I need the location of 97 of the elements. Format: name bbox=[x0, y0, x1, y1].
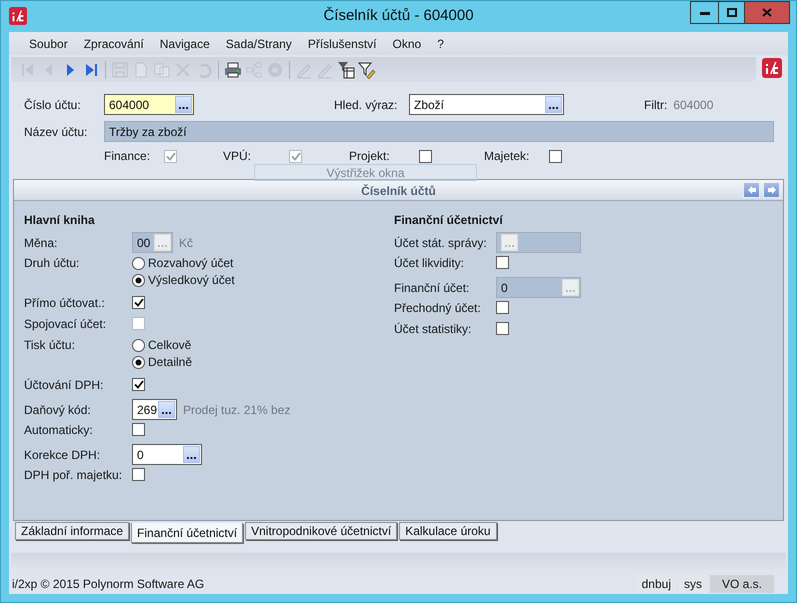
section-title: Hlavní kniha bbox=[24, 213, 96, 227]
field-label: Korekce DPH: bbox=[24, 447, 102, 462]
account-name-field[interactable]: Tržby za zboží bbox=[104, 121, 774, 142]
maximize-icon bbox=[726, 8, 736, 17]
window-title: Číselník účtů - 604000 bbox=[323, 6, 474, 24]
radio-button[interactable] bbox=[132, 274, 145, 286]
flag-label: Majetek: bbox=[484, 149, 530, 163]
toolbar-button[interactable] bbox=[358, 60, 376, 78]
field-label: Automaticky: bbox=[24, 423, 94, 437]
field-label: Spojovací účet: bbox=[24, 317, 108, 331]
brand-logo-icon bbox=[762, 58, 782, 78]
field-label: Druh účtu: bbox=[24, 256, 80, 270]
printer-icon bbox=[224, 60, 242, 78]
account-number-field[interactable]: 604000 bbox=[104, 94, 194, 115]
section-title: Finanční účetnictví bbox=[394, 213, 504, 227]
browse-button[interactable] bbox=[183, 446, 200, 463]
toolbar-button[interactable] bbox=[337, 60, 355, 78]
radio-label: Rozvahový účet bbox=[148, 256, 234, 270]
radio-button[interactable] bbox=[132, 338, 145, 352]
check-icon bbox=[134, 298, 144, 307]
lookup-field[interactable]: 0 bbox=[132, 444, 202, 465]
copy-icon bbox=[153, 60, 171, 78]
checkbox[interactable] bbox=[132, 423, 145, 436]
menu-item[interactable]: ? bbox=[429, 36, 452, 50]
menu-item[interactable]: Navigace bbox=[152, 36, 218, 50]
tab[interactable]: Vnitropodnikové účetnictví bbox=[245, 522, 398, 540]
next-page-button[interactable] bbox=[763, 182, 780, 198]
tab[interactable]: Základní informace bbox=[15, 522, 130, 540]
flag-label: Projekt: bbox=[349, 149, 391, 163]
field-label: Finanční účet: bbox=[394, 280, 470, 295]
radio-label: Detailně bbox=[148, 355, 192, 369]
right-arrow-icon bbox=[766, 185, 776, 195]
hierarchy-icon bbox=[245, 60, 263, 78]
status-text: i/2xp © 2015 Polynorm Software AG bbox=[12, 577, 206, 591]
app-logo-icon bbox=[9, 7, 27, 25]
browse-button[interactable] bbox=[545, 96, 562, 113]
check-icon bbox=[166, 152, 176, 160]
search-field[interactable]: Zboží bbox=[409, 94, 564, 115]
field-label: Filtr: bbox=[644, 98, 668, 112]
field-label: Hled. výraz: bbox=[334, 98, 398, 112]
checkbox[interactable] bbox=[496, 301, 509, 314]
minimize-icon bbox=[700, 10, 710, 14]
field-label: Měna: bbox=[24, 235, 58, 250]
check-icon bbox=[134, 380, 144, 389]
radio-button[interactable] bbox=[132, 356, 145, 368]
close-button[interactable] bbox=[744, 2, 789, 23]
panel-title: Číselník účtů bbox=[361, 183, 436, 198]
field-label: Číslo účtu: bbox=[24, 98, 82, 112]
checkbox[interactable] bbox=[132, 296, 145, 309]
left-arrow-icon bbox=[746, 185, 756, 195]
field-label: Účtování DPH: bbox=[24, 378, 104, 392]
previous-page-button[interactable] bbox=[743, 182, 760, 198]
field-label: Účet likvidity: bbox=[394, 256, 466, 270]
field-label: Tisk účtu: bbox=[24, 338, 76, 352]
status-cell: VO a.s. bbox=[710, 575, 774, 593]
tab[interactable]: Kalkulace úroku bbox=[399, 522, 497, 540]
radio-button[interactable] bbox=[132, 256, 145, 270]
flag-label: Finance: bbox=[104, 149, 152, 163]
menu-item[interactable]: Sada/Strany bbox=[218, 36, 300, 50]
filter-table-icon bbox=[337, 60, 355, 78]
delete-icon bbox=[174, 60, 192, 78]
browse-button[interactable] bbox=[158, 401, 175, 418]
check-icon bbox=[290, 152, 300, 160]
field-label: Název účtu: bbox=[24, 124, 88, 138]
field-label: DPH poř. majetku: bbox=[24, 468, 124, 482]
checkbox[interactable] bbox=[132, 378, 145, 391]
menu-item[interactable]: Příslušenství bbox=[300, 36, 385, 50]
status-cell: dnbuj bbox=[636, 575, 676, 593]
browse-button[interactable] bbox=[175, 96, 192, 113]
menu-item[interactable]: Soubor bbox=[21, 36, 76, 50]
snip-tooltip: Výstřižek okna bbox=[254, 164, 477, 181]
radio-label: Výsledkový účet bbox=[148, 273, 235, 287]
tab[interactable]: Finanční účetnictví bbox=[131, 523, 244, 543]
filter-edit-icon bbox=[358, 60, 376, 78]
checkbox[interactable] bbox=[496, 256, 509, 269]
lookup-field[interactable]: 269 bbox=[132, 399, 177, 420]
field-note: Kč bbox=[179, 236, 194, 250]
checkbox[interactable] bbox=[132, 468, 145, 481]
close-icon bbox=[762, 8, 772, 17]
flag-checkbox[interactable] bbox=[549, 150, 562, 162]
field-note: Prodej tuz. 21% bez bbox=[183, 402, 290, 416]
filter-value: 604000 bbox=[673, 98, 714, 112]
menu-item[interactable]: Okno bbox=[384, 36, 430, 50]
radio-label: Celkově bbox=[148, 338, 192, 352]
field-label: Účet stát. správy: bbox=[394, 235, 488, 250]
save-icon bbox=[111, 60, 129, 78]
field-label: Daňový kód: bbox=[24, 402, 92, 417]
menu-item[interactable]: Zpracování bbox=[76, 36, 152, 50]
checkbox[interactable] bbox=[496, 322, 509, 335]
flag-label: VPÚ: bbox=[223, 149, 252, 163]
toolbar-button[interactable] bbox=[224, 60, 242, 78]
field-label: Přechodný účet: bbox=[394, 301, 482, 315]
flag-checkbox[interactable] bbox=[419, 150, 432, 162]
status-cell: sys bbox=[679, 575, 707, 593]
gear-icon bbox=[266, 60, 284, 78]
field-label: Účet statistiky: bbox=[394, 322, 472, 336]
field-label: Přímo účtovat.: bbox=[24, 296, 106, 310]
